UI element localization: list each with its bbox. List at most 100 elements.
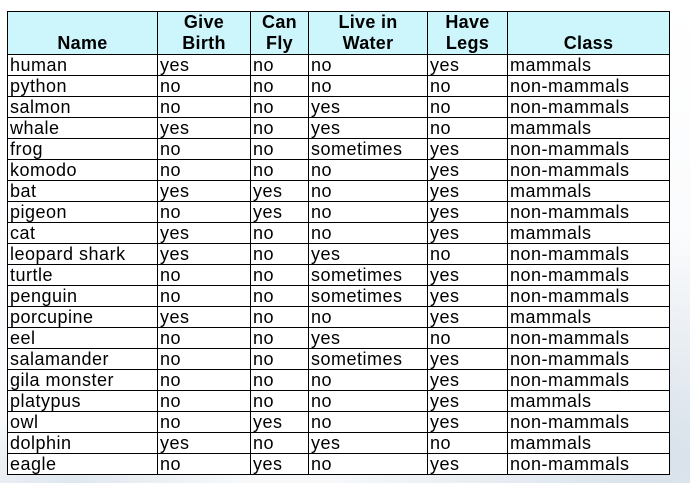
cell-name: human	[7, 54, 158, 76]
cell-give-birth: yes	[157, 306, 251, 328]
cell-have-legs: yes	[427, 348, 508, 370]
cell-live-in-water: no	[308, 201, 428, 223]
cell-give-birth: no	[157, 75, 251, 97]
cell-have-legs: yes	[427, 453, 508, 475]
cell-have-legs: no	[427, 432, 508, 454]
cell-class: mammals	[507, 117, 670, 139]
table-row: porcupine yes no no yes mammals	[7, 306, 670, 328]
header-row: Name Give Birth Can Fly Live in Water Have L…	[7, 11, 670, 55]
cell-class: non-mammals	[507, 348, 670, 370]
table-row: bat yes yes no yes mammals	[7, 180, 670, 202]
cell-give-birth: no	[157, 390, 251, 412]
cell-class: non-mammals	[507, 201, 670, 223]
cell-class: mammals	[507, 54, 670, 76]
cell-name: gila monster	[7, 369, 158, 391]
cell-live-in-water: yes	[308, 243, 428, 265]
cell-name: whale	[7, 117, 158, 139]
cell-give-birth: no	[157, 159, 251, 181]
header-have-legs: Have Legs	[427, 11, 508, 55]
table-row: gila monster no no no yes non-mammals	[7, 369, 670, 391]
table-row: python no no no no non-mammals	[7, 75, 670, 97]
cell-class: mammals	[507, 180, 670, 202]
cell-live-in-water: no	[308, 453, 428, 475]
table-row: whale yes no yes no mammals	[7, 117, 670, 139]
cell-can-fly: no	[250, 222, 309, 244]
cell-give-birth: no	[157, 327, 251, 349]
cell-give-birth: no	[157, 411, 251, 433]
cell-have-legs: no	[427, 327, 508, 349]
cell-give-birth: no	[157, 285, 251, 307]
table-row: komodo no no no yes non-mammals	[7, 159, 670, 181]
cell-live-in-water: sometimes	[308, 264, 428, 286]
cell-have-legs: yes	[427, 306, 508, 328]
table-row: salmon no no yes no non-mammals	[7, 96, 670, 118]
cell-live-in-water: no	[308, 390, 428, 412]
cell-give-birth: yes	[157, 432, 251, 454]
cell-can-fly: no	[250, 264, 309, 286]
cell-live-in-water: no	[308, 180, 428, 202]
table-row: platypus no no no yes mammals	[7, 390, 670, 412]
cell-have-legs: yes	[427, 138, 508, 160]
cell-name: eel	[7, 327, 158, 349]
cell-have-legs: yes	[427, 411, 508, 433]
cell-can-fly: no	[250, 54, 309, 76]
cell-have-legs: yes	[427, 54, 508, 76]
cell-name: salamander	[7, 348, 158, 370]
table-row: frog no no sometimes yes non-mammals	[7, 138, 670, 160]
cell-give-birth: yes	[157, 222, 251, 244]
cell-have-legs: yes	[427, 285, 508, 307]
cell-class: mammals	[507, 222, 670, 244]
animal-classification-table: Name Give Birth Can Fly Live in Water Have L…	[7, 11, 670, 475]
cell-give-birth: yes	[157, 180, 251, 202]
cell-name: platypus	[7, 390, 158, 412]
cell-name: leopard shark	[7, 243, 158, 265]
cell-live-in-water: sometimes	[308, 348, 428, 370]
cell-name: eagle	[7, 453, 158, 475]
table-row: eel no no yes no non-mammals	[7, 327, 670, 349]
cell-can-fly: yes	[250, 180, 309, 202]
cell-give-birth: no	[157, 264, 251, 286]
cell-can-fly: no	[250, 327, 309, 349]
cell-live-in-water: no	[308, 369, 428, 391]
cell-can-fly: no	[250, 96, 309, 118]
cell-can-fly: yes	[250, 453, 309, 475]
cell-can-fly: no	[250, 369, 309, 391]
cell-live-in-water: yes	[308, 117, 428, 139]
cell-give-birth: no	[157, 96, 251, 118]
cell-class: non-mammals	[507, 264, 670, 286]
cell-live-in-water: no	[308, 159, 428, 181]
table-row: leopard shark yes no yes no non-mammals	[7, 243, 670, 265]
cell-can-fly: no	[250, 75, 309, 97]
cell-class: mammals	[507, 432, 670, 454]
cell-can-fly: no	[250, 243, 309, 265]
cell-name: frog	[7, 138, 158, 160]
cell-name: dolphin	[7, 432, 158, 454]
cell-can-fly: no	[250, 348, 309, 370]
table-row: owl no yes no yes non-mammals	[7, 411, 670, 433]
cell-give-birth: yes	[157, 54, 251, 76]
cell-name: penguin	[7, 285, 158, 307]
cell-can-fly: no	[250, 285, 309, 307]
table-row: dolphin yes no yes no mammals	[7, 432, 670, 454]
cell-live-in-water: yes	[308, 432, 428, 454]
cell-can-fly: no	[250, 432, 309, 454]
header-live-in-water: Live in Water	[308, 11, 428, 55]
cell-class: non-mammals	[507, 327, 670, 349]
header-can-fly: Can Fly	[250, 11, 309, 55]
header-name: Name	[7, 11, 158, 55]
cell-can-fly: yes	[250, 411, 309, 433]
cell-live-in-water: no	[308, 411, 428, 433]
cell-class: non-mammals	[507, 75, 670, 97]
cell-have-legs: yes	[427, 180, 508, 202]
cell-class: non-mammals	[507, 159, 670, 181]
cell-have-legs: yes	[427, 390, 508, 412]
cell-have-legs: yes	[427, 159, 508, 181]
cell-live-in-water: no	[308, 306, 428, 328]
table-row: turtle no no sometimes yes non-mammals	[7, 264, 670, 286]
cell-class: non-mammals	[507, 453, 670, 475]
cell-name: pigeon	[7, 201, 158, 223]
table-row: penguin no no sometimes yes non-mammals	[7, 285, 670, 307]
cell-have-legs: yes	[427, 264, 508, 286]
cell-have-legs: yes	[427, 222, 508, 244]
cell-class: mammals	[507, 390, 670, 412]
